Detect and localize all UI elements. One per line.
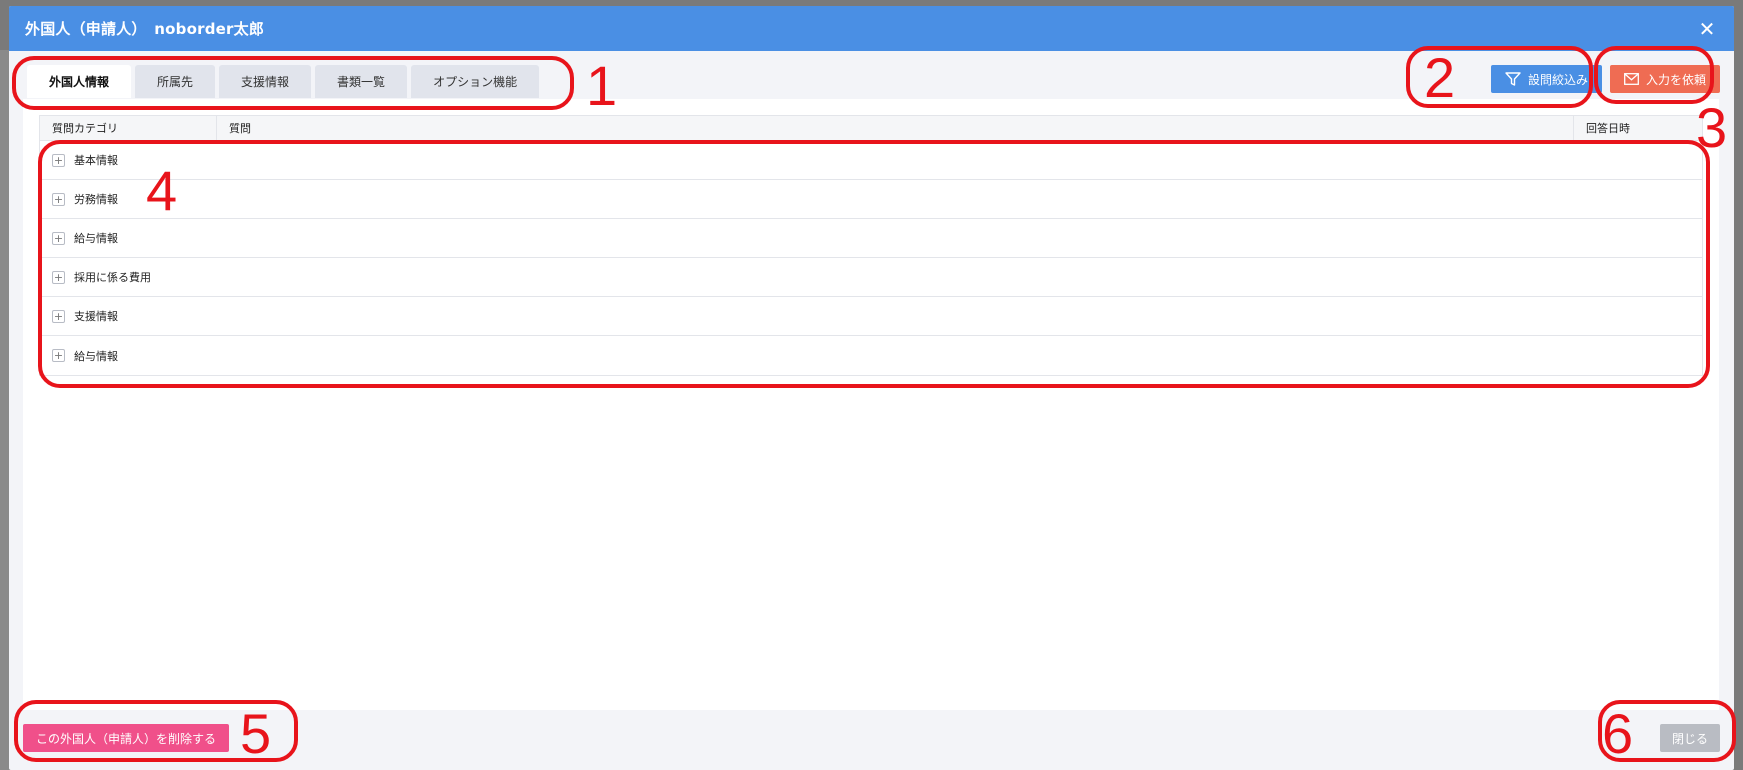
expand-icon[interactable]: + [52, 309, 65, 323]
funnel-icon [1505, 72, 1521, 86]
close-button[interactable]: 閉じる [1659, 724, 1720, 752]
column-header-category: 質問カテゴリ [40, 116, 217, 140]
category-label: 労務情報 [74, 193, 118, 206]
category-row[interactable]: + 労務情報 [40, 180, 1702, 219]
category-label: 給与情報 [74, 232, 118, 245]
category-label: 基本情報 [74, 154, 118, 167]
expand-icon[interactable]: + [52, 270, 65, 284]
expand-icon[interactable]: + [52, 192, 65, 206]
tab-affiliation[interactable]: 所属先 [135, 65, 216, 98]
modal-header: 外国人（申請人） noborder太郎 ✕ [9, 6, 1734, 51]
close-icon[interactable]: ✕ [1696, 17, 1718, 41]
foreigner-detail-modal: 外国人（申請人） noborder太郎 ✕ 外国人情報 所属先 支援情報 書類一… [9, 6, 1734, 770]
expand-icon[interactable]: + [52, 153, 65, 167]
tab-foreigner-info[interactable]: 外国人情報 [27, 65, 132, 98]
tab-bar: 外国人情報 所属先 支援情報 書類一覧 オプション機能 [27, 65, 540, 98]
category-row[interactable]: + 給与情報 [40, 219, 1702, 258]
action-buttons: 設問絞込み 入力を依頼 [1490, 65, 1720, 93]
expand-icon[interactable]: + [52, 349, 65, 362]
background-app-edge [0, 50, 9, 770]
request-input-button[interactable]: 入力を依頼 [1609, 65, 1720, 93]
filter-questions-button[interactable]: 設問絞込み [1490, 65, 1602, 93]
modal-footer: この外国人（申請人）を削除する 閉じる [23, 718, 1720, 758]
tab-options[interactable]: オプション機能 [411, 65, 540, 98]
modal-title: 外国人（申請人） noborder太郎 [25, 20, 265, 38]
tab-support-info[interactable]: 支援情報 [219, 65, 312, 98]
envelope-icon [1624, 73, 1639, 85]
question-table: 質問カテゴリ 質問 回答日時 + 基本情報 + 労務情報 + 給与情報 + 採用… [39, 115, 1703, 376]
filter-questions-label: 設問絞込み [1527, 72, 1588, 87]
category-label: 支援情報 [74, 310, 118, 323]
category-label: 採用に係る費用 [74, 271, 151, 284]
tab-documents[interactable]: 書類一覧 [315, 65, 408, 98]
category-label: 給与情報 [74, 349, 118, 363]
category-row[interactable]: + 支援情報 [40, 297, 1702, 336]
toolbar: 外国人情報 所属先 支援情報 書類一覧 オプション機能 設問絞込み 入力を依頼 [23, 65, 1720, 99]
table-header: 質問カテゴリ 質問 回答日時 [40, 116, 1702, 141]
category-row[interactable]: + 基本情報 [40, 141, 1702, 180]
delete-foreigner-button[interactable]: この外国人（申請人）を削除する [23, 724, 230, 752]
tab-content: 質問カテゴリ 質問 回答日時 + 基本情報 + 労務情報 + 給与情報 + 採用… [23, 99, 1719, 710]
category-row[interactable]: + 給与情報 [40, 336, 1702, 375]
request-input-label: 入力を依頼 [1645, 72, 1706, 87]
category-row[interactable]: + 採用に係る費用 [40, 258, 1702, 297]
expand-icon[interactable]: + [52, 231, 65, 245]
column-header-answer-date: 回答日時 [1586, 122, 1630, 135]
column-header-question: 質問 [217, 116, 1574, 140]
